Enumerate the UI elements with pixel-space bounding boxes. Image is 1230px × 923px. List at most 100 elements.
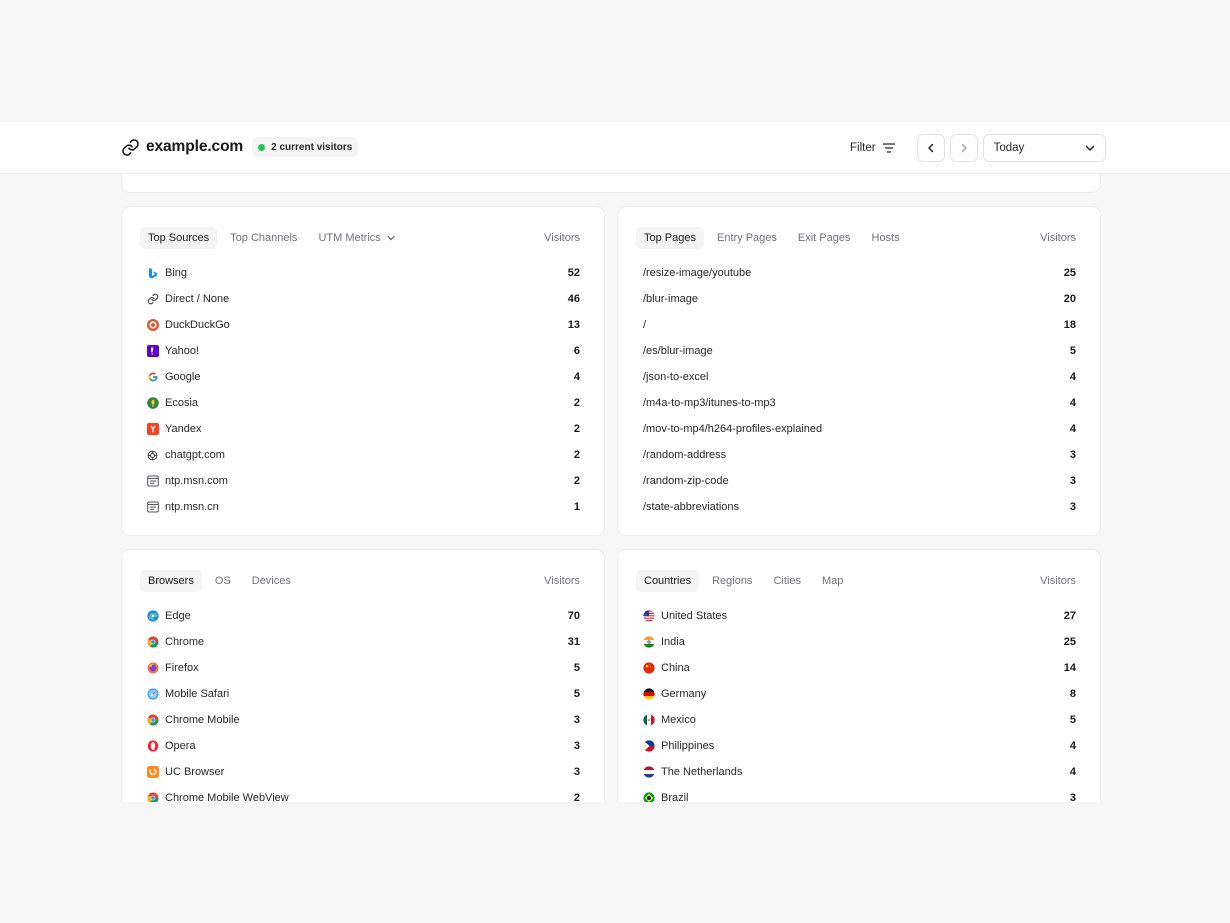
filter-button[interactable]: Filter (840, 134, 905, 162)
tab-regions[interactable]: Regions (704, 570, 760, 592)
visitors-column-header: Visitors (1040, 232, 1076, 244)
filter-icon (882, 143, 895, 153)
list-item[interactable]: Chrome 31 (146, 629, 580, 655)
browser-visitors: 3 (573, 714, 580, 726)
visitors-column-header: Visitors (544, 232, 580, 244)
list-item[interactable]: chatgpt.com 2 (146, 442, 580, 468)
list-item[interactable]: UC Browser 3 (146, 759, 580, 785)
chevron-down-icon (387, 235, 395, 241)
country-label: Brazil (661, 792, 689, 802)
list-item[interactable]: /blur-image 20 (643, 286, 1076, 312)
list-item[interactable]: Mobile Safari 5 (146, 681, 580, 707)
source-label: Bing (165, 267, 188, 279)
tab-utm-metrics-label: UTM Metrics (318, 232, 381, 244)
browser-visitors: 5 (573, 688, 580, 700)
page-visitors: 25 (1063, 267, 1076, 279)
page-path: /state-abbreviations (643, 501, 739, 513)
list-item[interactable]: Bing 52 (146, 260, 580, 286)
list-item[interactable]: The Netherlands 4 (642, 759, 1076, 785)
filter-label: Filter (850, 142, 876, 154)
list-item[interactable]: / 18 (643, 312, 1076, 338)
list-item[interactable]: Google 4 (146, 364, 580, 390)
list-item[interactable]: /random-address 3 (643, 442, 1076, 468)
source-visitors: 1 (573, 501, 580, 513)
list-item[interactable]: /m4a-to-mp3/itunes-to-mp3 4 (643, 390, 1076, 416)
list-item[interactable]: Germany 8 (642, 681, 1076, 707)
flag-ph-icon (642, 740, 655, 753)
tab-browsers[interactable]: Browsers (140, 570, 202, 592)
list-item[interactable]: /mov-to-mp4/h264-profiles-explained 4 (643, 416, 1076, 442)
list-item[interactable]: ntp.msn.cn 1 (146, 494, 580, 520)
tab-cities[interactable]: Cities (765, 570, 809, 592)
browser-label: Mobile Safari (165, 688, 230, 700)
source-label: Yahoo! (165, 345, 200, 357)
list-item[interactable]: China 14 (642, 655, 1076, 681)
firefox-icon (146, 662, 159, 675)
visitors-column-header: Visitors (544, 575, 580, 587)
tab-devices[interactable]: Devices (244, 570, 299, 592)
flag-br-icon (642, 792, 655, 802)
site-brand[interactable]: example.com 2 current visitors (121, 137, 359, 157)
country-visitors: 27 (1063, 610, 1076, 622)
list-item[interactable]: ntp.msn.com 2 (146, 468, 580, 494)
page-visitors: 3 (1069, 501, 1076, 513)
date-range-select[interactable]: Today (982, 134, 1106, 162)
current-visitors-badge[interactable]: 2 current visitors (252, 137, 359, 157)
tab-top-channels[interactable]: Top Channels (222, 227, 305, 249)
chatgpt-icon (146, 449, 159, 462)
tab-top-pages[interactable]: Top Pages (636, 227, 704, 249)
list-item[interactable]: Opera 3 (146, 733, 580, 759)
list-item[interactable]: DuckDuckGo 13 (146, 312, 580, 338)
live-dot-icon (258, 143, 266, 151)
source-visitors: 13 (567, 319, 580, 331)
page-visitors: 3 (1069, 449, 1076, 461)
tab-os[interactable]: OS (207, 570, 239, 592)
list-item[interactable]: Yandex 2 (146, 416, 580, 442)
tab-top-sources[interactable]: Top Sources (140, 227, 218, 249)
list-item[interactable]: Direct / None 46 (146, 286, 580, 312)
list-item[interactable]: Ecosia 2 (146, 390, 580, 416)
tab-exit-pages[interactable]: Exit Pages (790, 227, 859, 249)
list-item[interactable]: Firefox 5 (146, 655, 580, 681)
sources-tabs: Top Sources Top Channels UTM Metrics Vis… (140, 227, 580, 249)
list-item[interactable]: /resize-image/youtube 25 (643, 260, 1076, 286)
list-item[interactable]: Philippines 4 (642, 733, 1076, 759)
chrome-icon (146, 636, 159, 649)
list-item[interactable]: Yahoo! 6 (146, 338, 580, 364)
countries-tabs: Countries Regions Cities Map Visitors (636, 570, 1076, 592)
chrome-icon (146, 792, 159, 802)
tab-countries[interactable]: Countries (636, 570, 700, 592)
list-item[interactable]: United States 27 (642, 603, 1076, 629)
yahoo-icon (146, 345, 159, 358)
page-visitors: 18 (1063, 319, 1076, 331)
source-visitors: 2 (573, 423, 580, 435)
list-item[interactable]: /es/blur-image 5 (643, 338, 1076, 364)
link-icon (121, 138, 140, 157)
list-item[interactable]: Chrome Mobile 3 (146, 707, 580, 733)
list-item[interactable]: Brazil 3 (642, 785, 1076, 802)
page-path: /es/blur-image (643, 345, 713, 357)
previous-period-button[interactable] (916, 134, 945, 162)
opera-icon (146, 740, 159, 753)
list-item[interactable]: /state-abbreviations 3 (643, 494, 1076, 520)
browser-label: Chrome Mobile WebView (165, 792, 289, 802)
list-item[interactable]: Chrome Mobile WebView 2 (146, 785, 580, 802)
country-visitors: 4 (1069, 740, 1076, 752)
country-label: United States (661, 610, 728, 622)
page-path: /random-address (643, 449, 727, 461)
list-item[interactable]: /json-to-excel 4 (643, 364, 1076, 390)
next-period-button[interactable] (949, 134, 978, 162)
list-item[interactable]: Edge 70 (146, 603, 580, 629)
list-item[interactable]: /random-zip-code 3 (643, 468, 1076, 494)
page-visitors: 5 (1069, 345, 1076, 357)
browser-visitors: 70 (567, 610, 580, 622)
visitors-column-header: Visitors (1040, 575, 1076, 587)
tab-entry-pages[interactable]: Entry Pages (709, 227, 785, 249)
browser-visitors: 3 (573, 740, 580, 752)
tab-hosts[interactable]: Hosts (864, 227, 908, 249)
list-item[interactable]: Mexico 5 (642, 707, 1076, 733)
list-item[interactable]: India 25 (642, 629, 1076, 655)
tab-utm-metrics[interactable]: UTM Metrics (310, 227, 402, 249)
header-controls: Filter Today (840, 134, 1106, 162)
tab-map[interactable]: Map (814, 570, 851, 592)
